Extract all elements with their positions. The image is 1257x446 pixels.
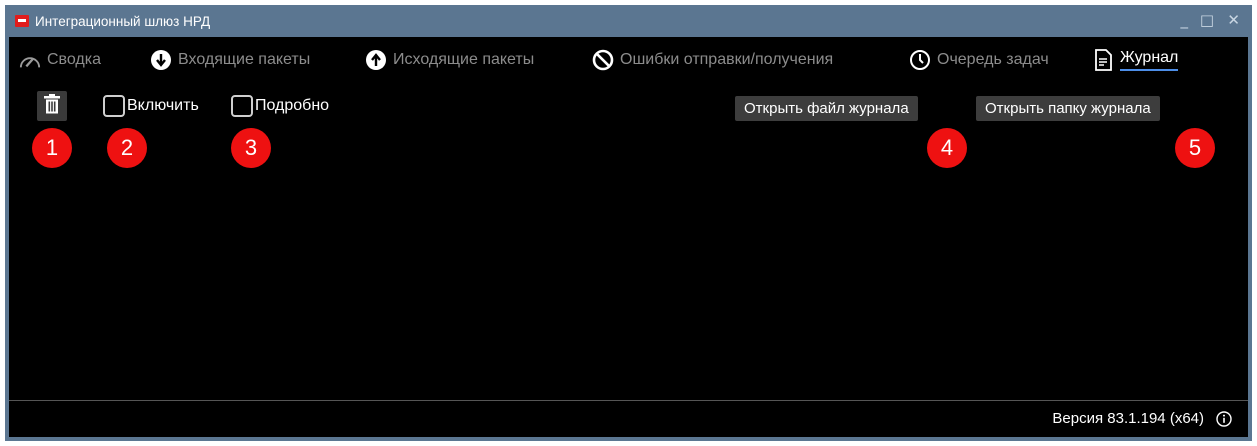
checkbox-box[interactable]: [231, 95, 253, 117]
open-log-file-button[interactable]: Открыть файл журнала: [735, 96, 918, 121]
verbose-label: Подробно: [255, 97, 330, 114]
main-area: Сводка Входящие пакеты Исходящие пакеты …: [9, 37, 1248, 437]
callout-badge: 5: [1175, 128, 1215, 168]
prohibited-icon: [592, 49, 614, 71]
gauge-icon: [19, 49, 41, 71]
open-log-folder-button[interactable]: Открыть папку журнала: [976, 96, 1160, 121]
checkbox-box[interactable]: [103, 95, 125, 117]
callout-badge: 1: [32, 128, 72, 168]
tab-send-receive-errors[interactable]: Ошибки отправки/получения: [592, 46, 833, 74]
tab-label: Ошибки отправки/получения: [620, 51, 834, 68]
tab-label: Журнал: [1120, 49, 1179, 71]
tab-incoming-packets[interactable]: Входящие пакеты: [150, 46, 310, 74]
tab-summary[interactable]: Сводка: [19, 46, 101, 74]
verbose-checkbox[interactable]: Подробно: [231, 95, 329, 117]
clear-log-button[interactable]: [37, 91, 67, 121]
close-button[interactable]: ✕: [1227, 11, 1240, 29]
app-logo-icon: [15, 15, 29, 27]
window-title: Интеграционный шлюз НРД: [35, 14, 211, 29]
trash-icon: [43, 93, 61, 119]
clock-icon: [909, 49, 931, 71]
minimize-button[interactable]: _: [1181, 11, 1189, 29]
tab-label: Входящие пакеты: [178, 51, 311, 68]
app-window: Интеграционный шлюз НРД _ □ ✕ Сводка Вхо…: [5, 5, 1252, 441]
callout-badge: 2: [107, 128, 147, 168]
tab-bar: Сводка Входящие пакеты Исходящие пакеты …: [9, 37, 1248, 81]
info-icon[interactable]: [1216, 411, 1232, 427]
status-bar: Версия 83.1.194 (x64): [9, 400, 1248, 437]
tab-label: Сводка: [47, 51, 102, 68]
title-bar: Интеграционный шлюз НРД _ □ ✕: [5, 5, 1252, 37]
document-icon: [1092, 49, 1114, 71]
version-text: Версия 83.1.194 (x64): [1052, 410, 1204, 427]
arrow-down-circle-icon: [150, 49, 172, 71]
tab-label: Очередь задач: [937, 51, 1049, 68]
enable-label: Включить: [127, 97, 199, 114]
arrow-up-circle-icon: [365, 49, 387, 71]
tab-outgoing-packets[interactable]: Исходящие пакеты: [365, 46, 534, 74]
maximize-button[interactable]: □: [1200, 11, 1214, 29]
tab-task-queue[interactable]: Очередь задач: [909, 46, 1049, 74]
enable-checkbox[interactable]: Включить: [103, 95, 199, 117]
tab-journal[interactable]: Журнал: [1092, 46, 1179, 74]
callout-badge: 4: [927, 128, 967, 168]
callout-badge: 3: [231, 128, 271, 168]
tab-label: Исходящие пакеты: [393, 51, 535, 68]
